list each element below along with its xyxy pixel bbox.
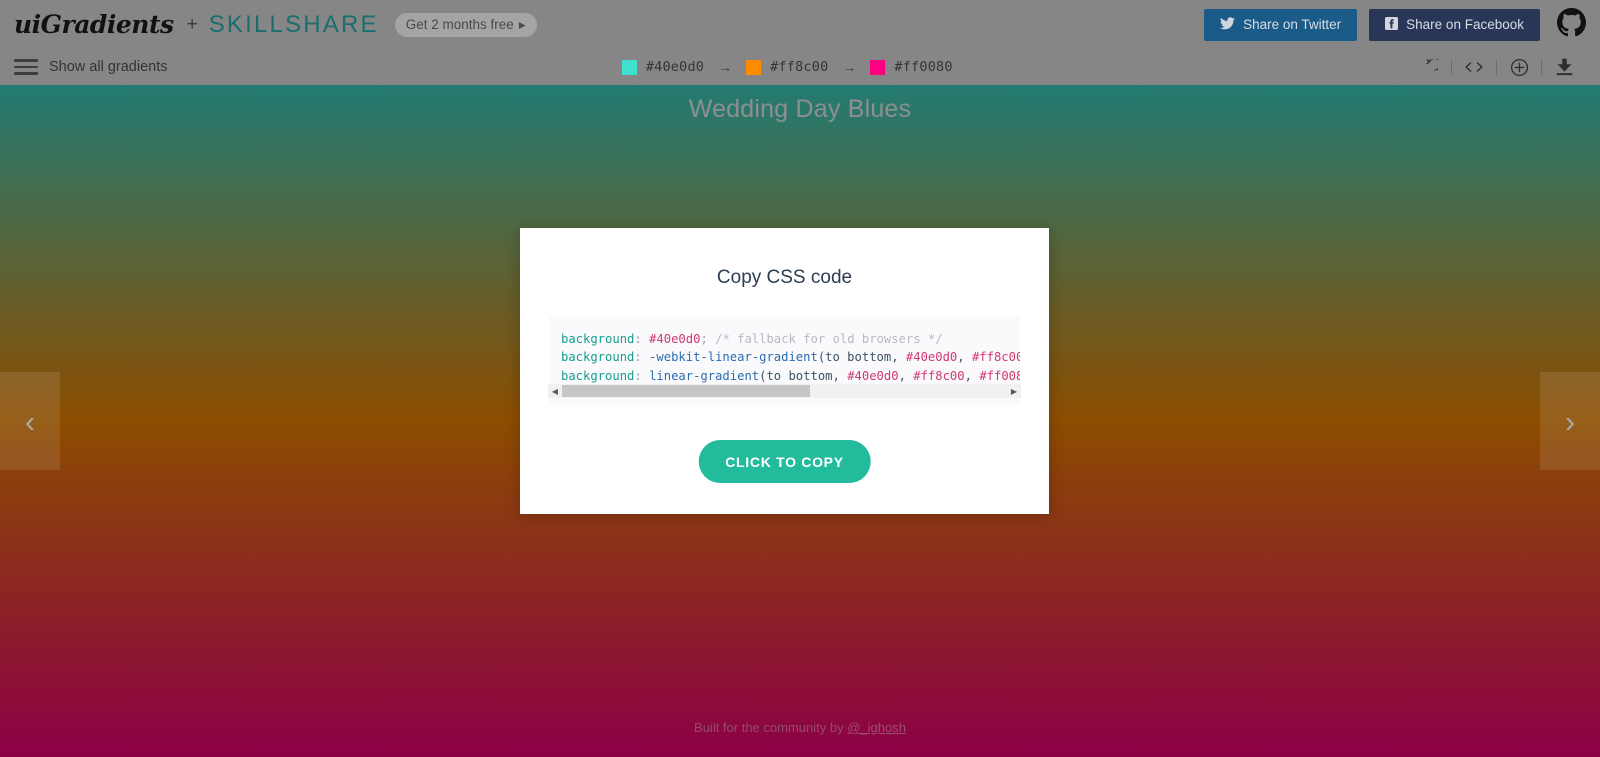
color-stop-list: #40e0d0 → #ff8c00 → #ff0080 xyxy=(621,59,953,75)
code-icon[interactable] xyxy=(1452,49,1496,85)
uigradients-logo[interactable]: uiGradients xyxy=(14,10,174,39)
code-line: background: #40e0d0; /* fallback for old… xyxy=(561,332,943,346)
toolbar-actions xyxy=(1407,49,1586,85)
next-gradient-button[interactable]: › xyxy=(1540,372,1600,470)
chevron-left-icon: ‹ xyxy=(24,403,36,439)
share-twitter-label: Share on Twitter xyxy=(1243,17,1342,32)
caret-right-icon: ▸ xyxy=(518,16,526,32)
gradient-arrow-1: → xyxy=(718,59,733,75)
gradient-toolbar: Show all gradients #40e0d0 → #ff8c00 → #… xyxy=(0,49,1600,85)
code-line: background: -webkit-linear-gradient(to b… xyxy=(561,350,1020,365)
color-hex-3[interactable]: #ff0080 xyxy=(894,59,952,75)
download-icon[interactable] xyxy=(1542,49,1586,85)
hamburger-icon xyxy=(14,59,38,75)
footer-author-link[interactable]: @_ighosh xyxy=(847,720,906,735)
plus-icon[interactable] xyxy=(1497,49,1541,85)
github-link[interactable] xyxy=(1557,7,1586,42)
promo-label: Get 2 months free xyxy=(405,17,514,32)
footer-text: Built for the community by xyxy=(694,720,848,735)
footer: Built for the community by @_ighosh xyxy=(0,720,1600,735)
twitter-icon xyxy=(1220,16,1236,33)
chevron-right-icon: › xyxy=(1564,403,1576,439)
scrollbar-thumb[interactable] xyxy=(562,385,810,397)
color-hex-1[interactable]: #40e0d0 xyxy=(646,59,704,75)
click-to-copy-button[interactable]: CLICK TO COPY xyxy=(698,440,871,483)
scrollbar-track[interactable] xyxy=(562,384,1007,398)
share-twitter-button[interactable]: Share on Twitter xyxy=(1204,8,1358,41)
code-line: background: linear-gradient(to bottom, #… xyxy=(561,368,1020,383)
gradient-arrow-2: → xyxy=(842,59,857,75)
share-facebook-button[interactable]: Share on Facebook xyxy=(1369,8,1540,41)
skillshare-logo[interactable]: SKILLSHARE xyxy=(209,11,379,39)
modal-title: Copy CSS code xyxy=(716,267,853,288)
copy-css-modal: Copy CSS code background: #40e0d0; /* fa… xyxy=(520,228,1049,514)
color-swatch-1[interactable] xyxy=(621,59,637,75)
scroll-right-arrow-icon[interactable]: ▶ xyxy=(1007,384,1021,398)
previous-gradient-button[interactable]: ‹ xyxy=(0,372,60,470)
color-hex-2[interactable]: #ff8c00 xyxy=(770,59,828,75)
promo-button[interactable]: Get 2 months free ▸ xyxy=(394,12,537,37)
scroll-left-arrow-icon[interactable]: ◀ xyxy=(548,384,562,398)
show-all-gradients-button[interactable]: Show all gradients xyxy=(14,59,168,75)
top-header-bar: uiGradients + SKILLSHARE Get 2 months fr… xyxy=(0,0,1600,49)
color-swatch-2[interactable] xyxy=(746,59,762,75)
show-all-gradients-label: Show all gradients xyxy=(49,59,168,75)
gradient-title: Wedding Day Blues xyxy=(688,95,912,123)
rotate-icon[interactable] xyxy=(1407,49,1451,85)
github-icon xyxy=(1557,7,1586,42)
plus-separator: + xyxy=(186,13,198,35)
code-horizontal-scrollbar[interactable]: ◀ ▶ xyxy=(548,384,1021,398)
facebook-icon xyxy=(1385,16,1399,33)
share-facebook-label: Share on Facebook xyxy=(1406,17,1524,32)
color-swatch-3[interactable] xyxy=(870,59,886,75)
